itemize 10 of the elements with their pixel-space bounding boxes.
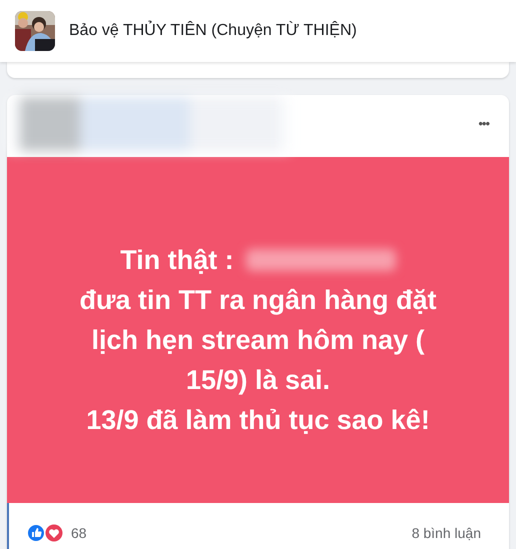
- post-text: 15/9) là sai.: [186, 364, 330, 397]
- more-button[interactable]: •••: [478, 116, 489, 131]
- post-text: Tin thật :: [120, 244, 234, 277]
- group-name[interactable]: Bảo vệ THỦY TIÊN (Chuyện TỪ THIỆN): [69, 22, 357, 40]
- comments-link[interactable]: 8 bình luận: [412, 524, 481, 540]
- post-text: đưa tin TT ra ngân hàng đặt: [79, 284, 437, 317]
- post-text: lịch hẹn stream hôm nay (: [91, 324, 425, 357]
- reactions-icon: [27, 524, 63, 542]
- post-text: 13/9 đã làm thủ tục sao kê!: [86, 404, 430, 437]
- reaction-count[interactable]: 68: [71, 524, 87, 540]
